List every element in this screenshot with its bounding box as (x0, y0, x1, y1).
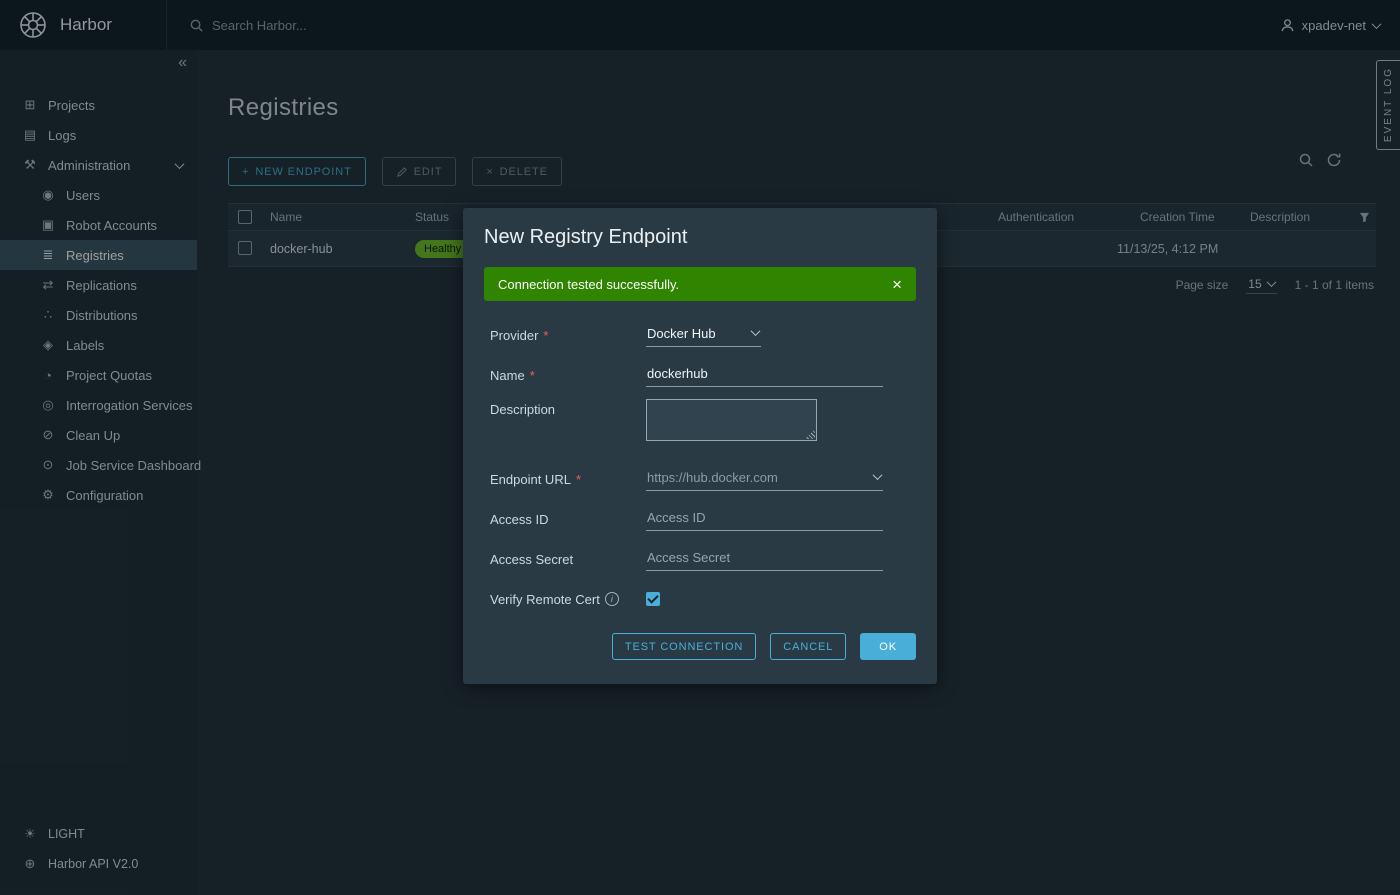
name-row: Name * (484, 355, 916, 395)
chevron-down-icon (872, 469, 883, 480)
verify-cert-label: Verify Remote Cert (490, 591, 600, 607)
cancel-button[interactable]: CANCEL (770, 633, 847, 660)
endpoint-url-value: https://hub.docker.com (647, 470, 778, 485)
access-secret-row: Access Secret (484, 539, 916, 579)
test-connection-button[interactable]: TEST CONNECTION (611, 633, 757, 660)
ok-button[interactable]: OK (860, 633, 916, 660)
harbor-app: Harbor xpadev-net « ⊞ Proje (0, 0, 1400, 895)
endpoint-url-label: Endpoint URL (490, 471, 571, 487)
modal-title: New Registry Endpoint (484, 226, 688, 248)
modal-actions: TEST CONNECTION CANCEL OK (484, 633, 916, 660)
info-icon[interactable] (604, 592, 619, 606)
verify-cert-row: Verify Remote Cert (484, 579, 916, 619)
provider-row: Provider * Docker Hub (484, 315, 916, 355)
access-id-input[interactable] (646, 507, 883, 531)
endpoint-url-row: Endpoint URL * https://hub.docker.com (484, 459, 916, 499)
name-input[interactable] (646, 363, 883, 387)
endpoint-form: Provider * Docker Hub Name * Description (484, 315, 916, 619)
provider-label: Provider (490, 327, 539, 343)
required-mark: * (529, 367, 535, 383)
access-secret-label: Access Secret (490, 551, 574, 567)
alert-message: Connection tested successfully. (498, 276, 680, 292)
description-row: Description (484, 395, 916, 459)
name-label: Name (490, 367, 525, 383)
provider-select[interactable]: Docker Hub (646, 323, 761, 347)
endpoint-url-select[interactable]: https://hub.docker.com (646, 467, 883, 491)
access-id-row: Access ID (484, 499, 916, 539)
access-secret-input[interactable] (646, 547, 883, 571)
required-mark: * (575, 471, 582, 487)
provider-value: Docker Hub (647, 326, 716, 341)
description-textarea[interactable] (646, 399, 817, 441)
verify-cert-checkbox[interactable] (646, 592, 660, 606)
chevron-down-icon (750, 325, 761, 336)
required-mark: * (543, 327, 549, 343)
new-registry-endpoint-modal: New Registry Endpoint Connection tested … (463, 208, 937, 684)
success-alert: Connection tested successfully. × (484, 267, 916, 301)
access-id-label: Access ID (490, 511, 549, 527)
description-label: Description (490, 402, 556, 417)
close-icon[interactable]: × (892, 276, 902, 293)
